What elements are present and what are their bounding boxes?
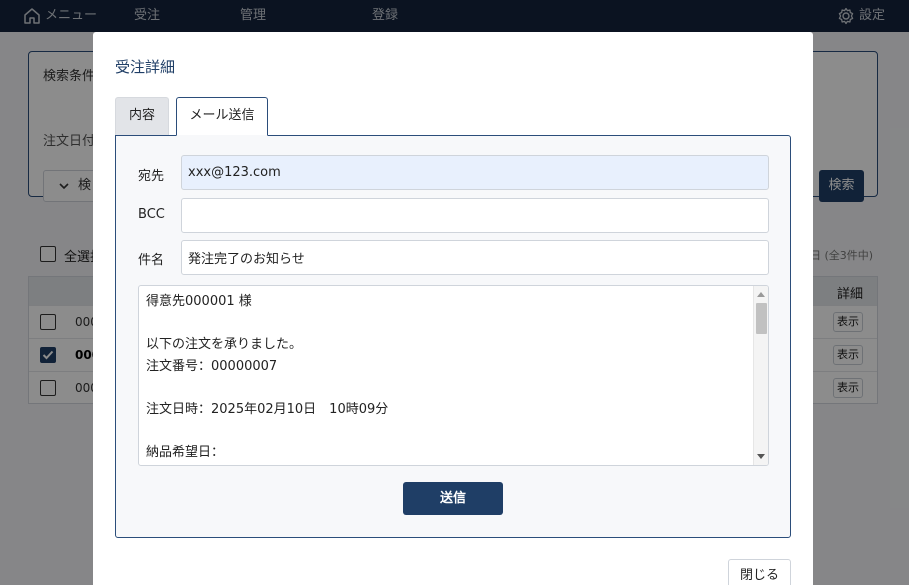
subject-label: 件名 bbox=[138, 253, 165, 268]
tab-mail-send[interactable]: メール送信 bbox=[176, 97, 268, 136]
tab-content[interactable]: 内容 bbox=[115, 97, 169, 135]
close-button[interactable]: 閉じる bbox=[728, 559, 791, 585]
order-detail-modal: 受注詳細 内容 メール送信 宛先 BCC 件名 得意先000001 様 以下の注… bbox=[93, 32, 813, 585]
to-label: 宛先 bbox=[138, 169, 165, 184]
scroll-down-arrow-icon[interactable] bbox=[757, 454, 765, 459]
to-input[interactable] bbox=[181, 155, 769, 190]
mail-send-panel: 宛先 BCC 件名 得意先000001 様 以下の注文を承りました。 注文番号：… bbox=[115, 135, 791, 538]
scroll-up-arrow-icon[interactable] bbox=[757, 292, 765, 297]
mail-body-text: 得意先000001 様 以下の注文を承りました。 注文番号：00000007 注… bbox=[146, 294, 389, 460]
body-scrollbar[interactable] bbox=[753, 286, 768, 465]
bcc-input[interactable] bbox=[181, 198, 769, 233]
bcc-label: BCC bbox=[138, 207, 165, 222]
send-button[interactable]: 送信 bbox=[403, 482, 503, 515]
modal-title: 受注詳細 bbox=[115, 58, 176, 76]
scroll-thumb[interactable] bbox=[756, 303, 767, 334]
subject-input[interactable] bbox=[181, 240, 769, 275]
mail-body-textarea[interactable]: 得意先000001 様 以下の注文を承りました。 注文番号：00000007 注… bbox=[138, 285, 769, 466]
